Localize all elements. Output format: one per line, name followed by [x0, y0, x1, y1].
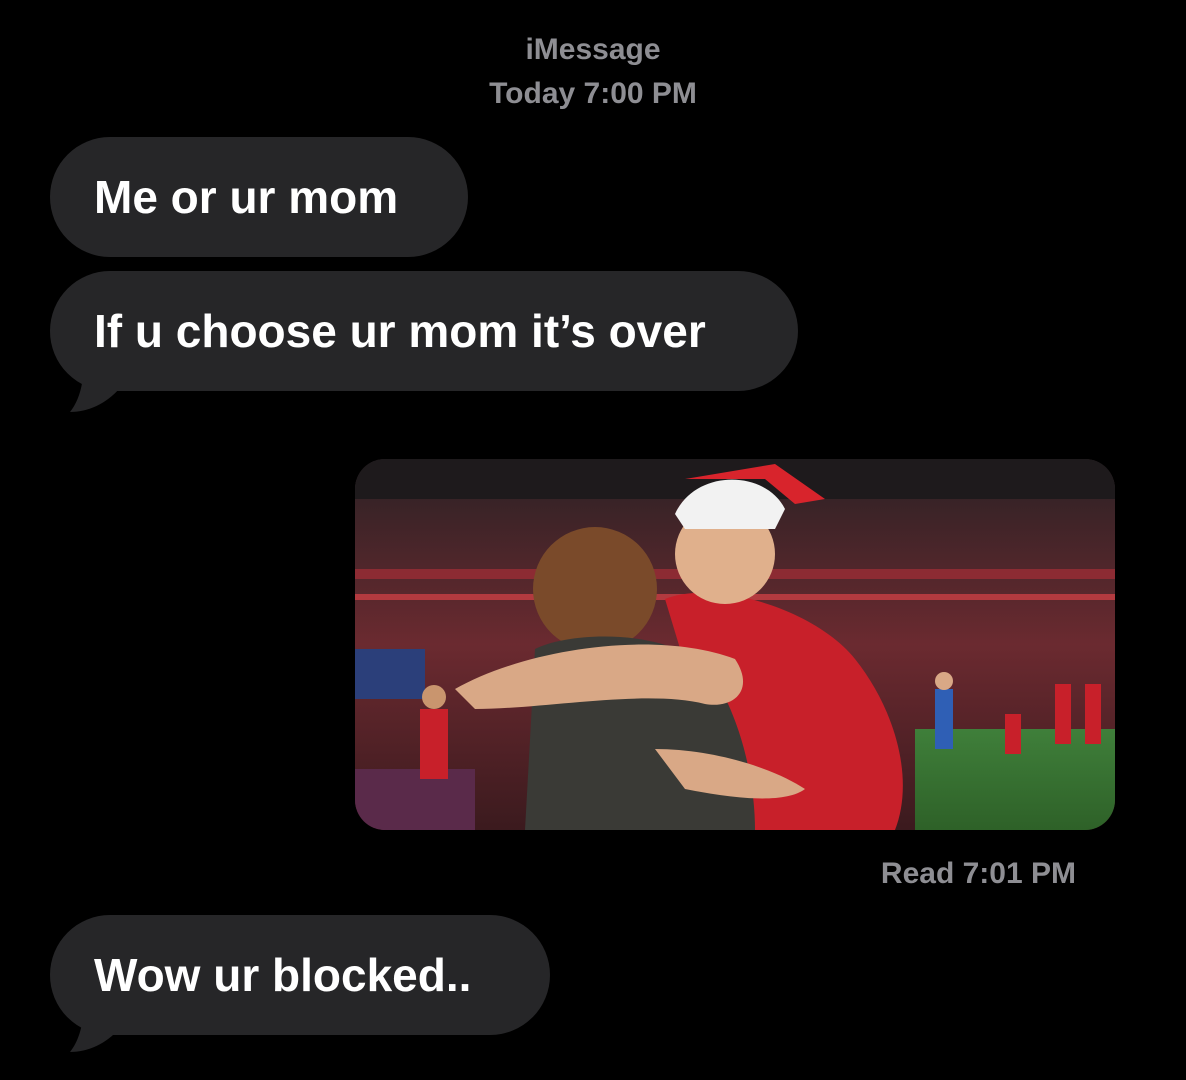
photo-image — [355, 459, 1115, 830]
conversation-timestamp: Today 7:00 PM — [489, 77, 697, 110]
photo-message[interactable] — [355, 459, 1115, 830]
incoming-message-bubble[interactable]: If u choose ur mom it’s over — [50, 271, 798, 391]
bubble-tail-icon — [70, 1000, 120, 1052]
incoming-message-bubble[interactable]: Me or ur mom — [50, 137, 468, 257]
header-text: iMessage Today 7:00 PM — [0, 28, 1186, 116]
bubble-tail-icon — [70, 360, 120, 412]
message-text: If u choose ur mom it’s over — [94, 305, 706, 357]
message-text: Me or ur mom — [94, 171, 399, 223]
read-receipt: Read 7:01 PM — [880, 857, 1076, 890]
service-label: iMessage — [525, 33, 661, 66]
message-text: Wow ur blocked.. — [94, 949, 472, 1001]
